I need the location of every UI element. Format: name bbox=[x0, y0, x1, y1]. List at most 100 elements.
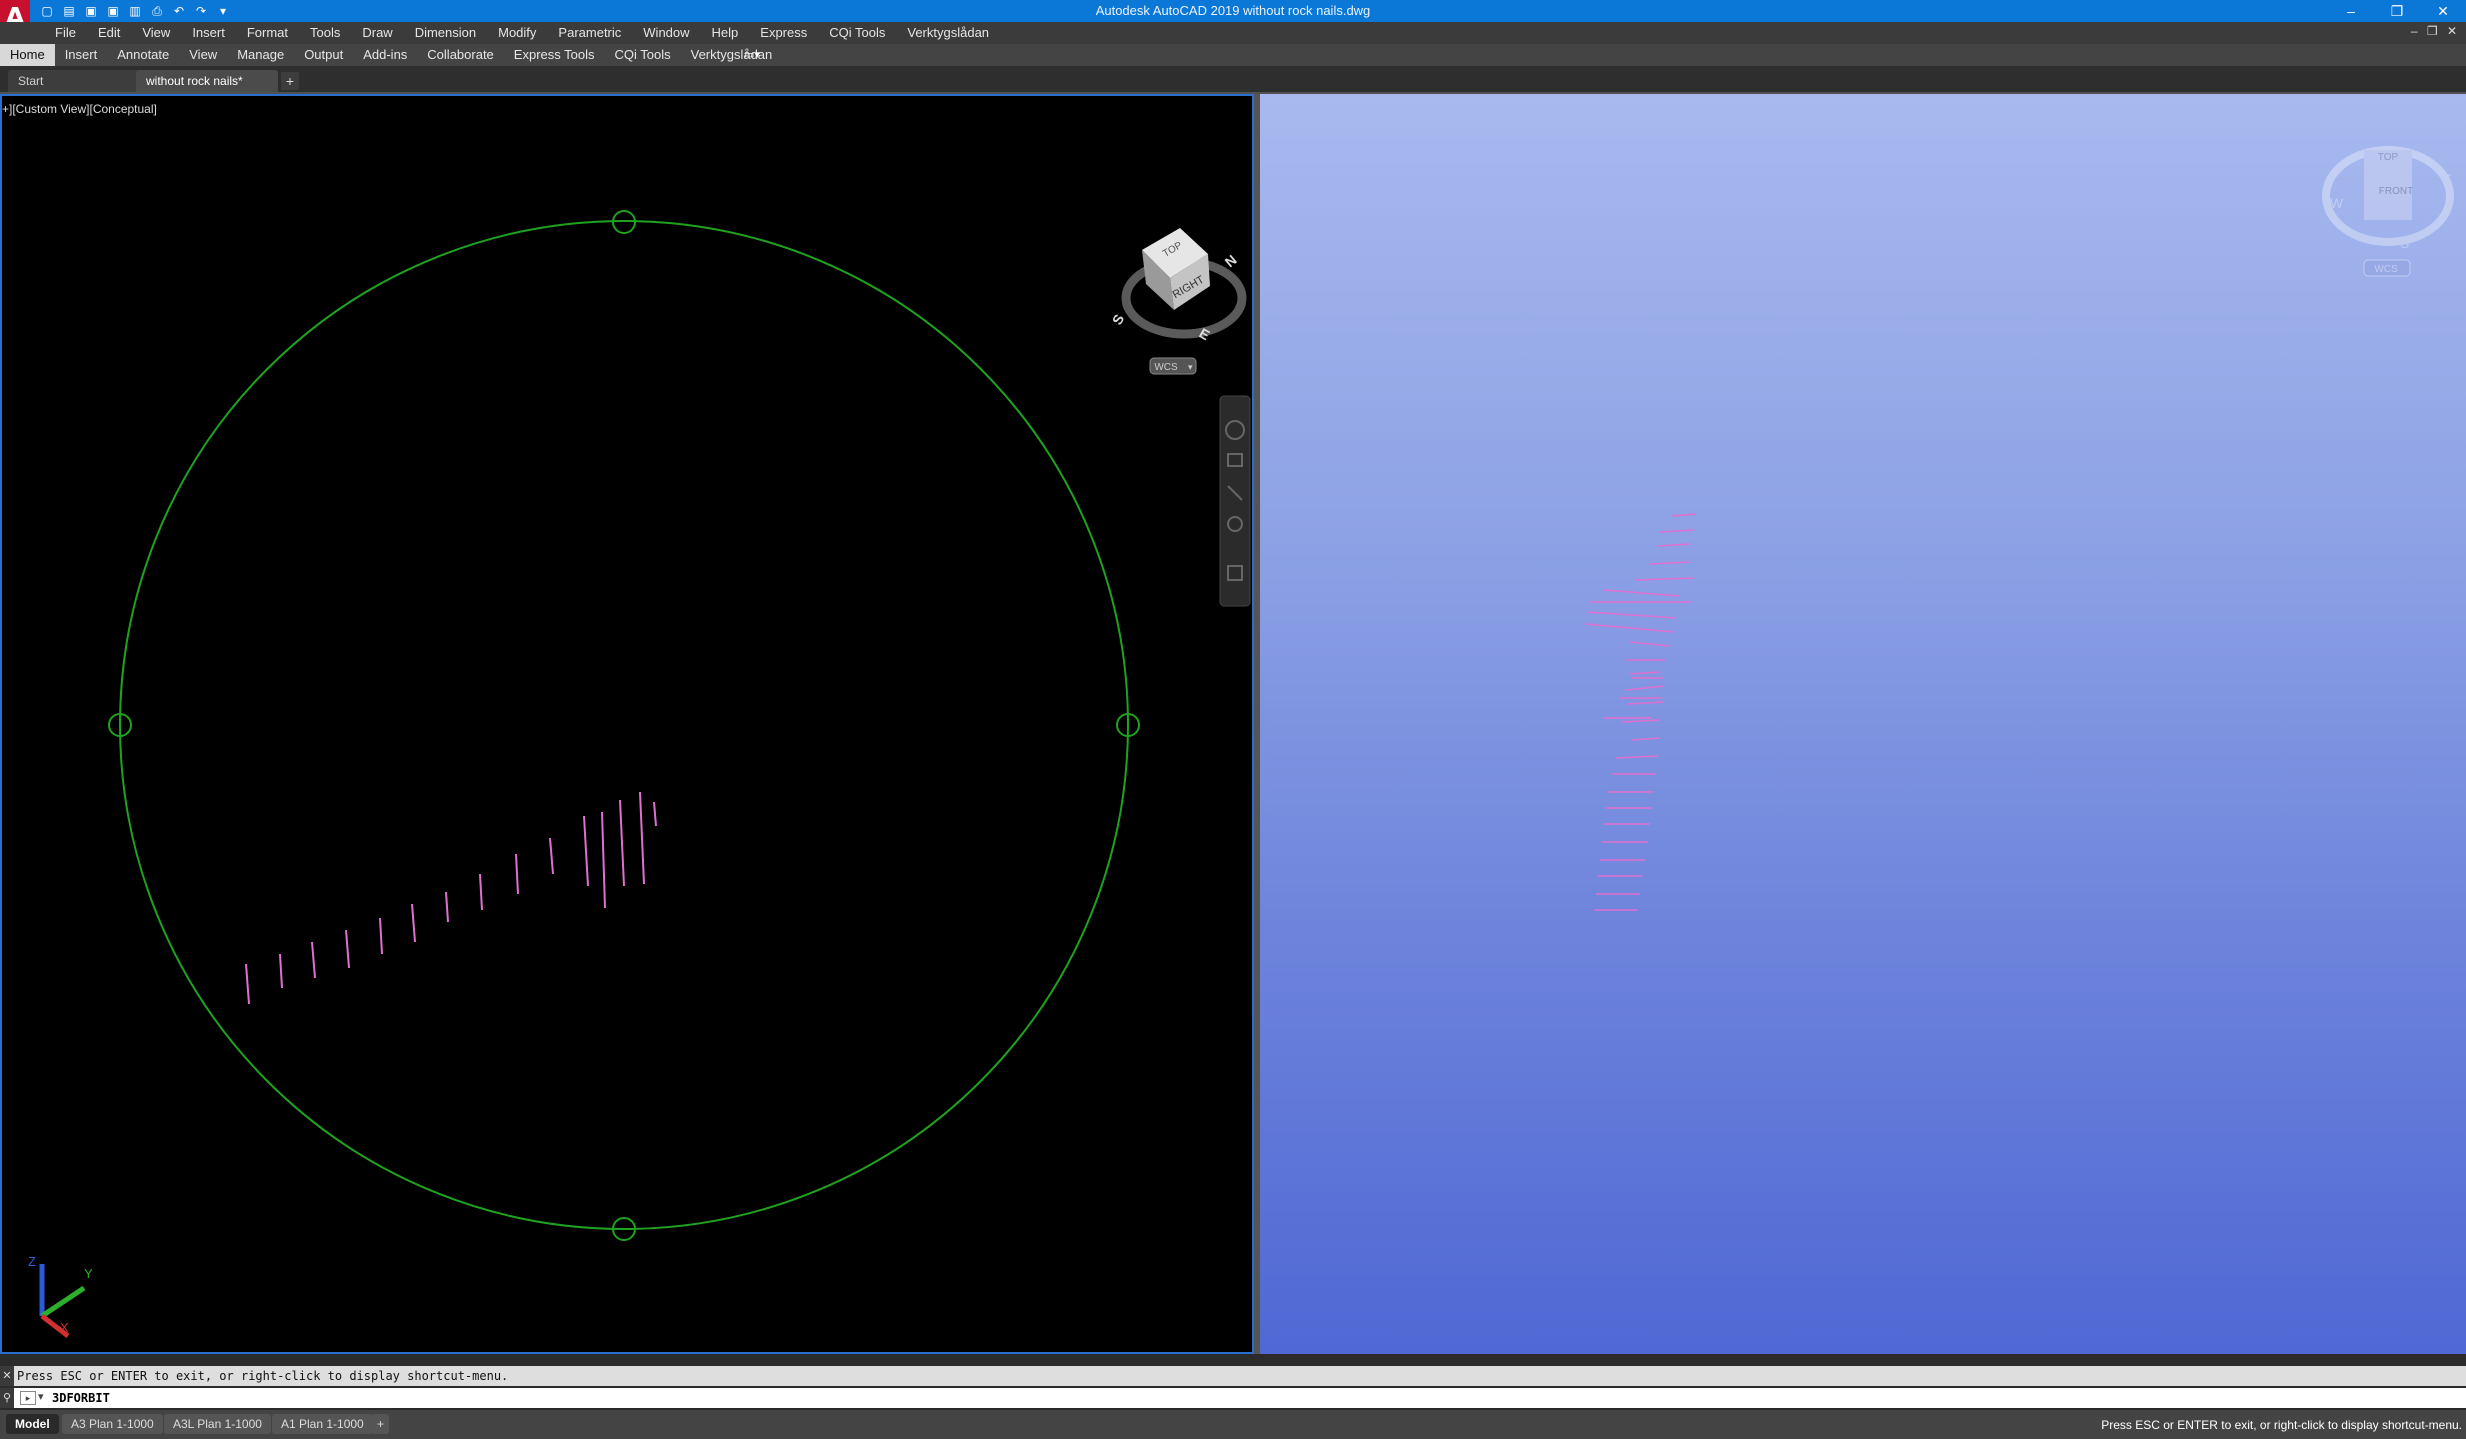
ribbon-tab-bar: Home Insert Annotate View Manage Output … bbox=[0, 44, 2466, 66]
viewcube-front-label: FRONT bbox=[2379, 186, 2413, 197]
y-axis-label: Y bbox=[84, 1266, 93, 1281]
close-button[interactable]: ✕ bbox=[2420, 0, 2466, 22]
menu-format[interactable]: Format bbox=[236, 22, 299, 44]
nail bbox=[1627, 701, 1665, 705]
nail bbox=[1868, 754, 1904, 758]
viewcube[interactable]: TOP RIGHT N S E WCS ▾ bbox=[1109, 228, 1247, 375]
file-tab-start[interactable]: Start bbox=[8, 70, 140, 92]
nail bbox=[1621, 719, 1661, 723]
command-input[interactable]: 3DFORBIT bbox=[52, 1391, 110, 1405]
ribbon-tab-cqi-tools[interactable]: CQi Tools bbox=[604, 44, 680, 66]
menu-edit[interactable]: Edit bbox=[87, 22, 131, 44]
nail bbox=[619, 799, 625, 887]
document-window-controls[interactable]: – ❐ ✕ bbox=[2411, 24, 2460, 38]
command-line[interactable]: ⚲ ▸ ▾ 3DFORBIT bbox=[0, 1388, 2466, 1408]
restore-button[interactable]: ❐ bbox=[2374, 0, 2420, 22]
menu-modify[interactable]: Modify bbox=[487, 22, 547, 44]
ribbon-tab-view[interactable]: View bbox=[179, 44, 227, 66]
nail bbox=[1587, 611, 1677, 619]
navigation-bar bbox=[1219, 395, 1251, 607]
menu-help[interactable]: Help bbox=[701, 22, 750, 44]
viewcube-faded[interactable]: TOP FRONT W E S WCS bbox=[2322, 146, 2454, 277]
nail bbox=[1631, 737, 1661, 741]
ucs-axes-icon: Z Y X bbox=[28, 1254, 93, 1338]
ribbon-tab-add-ins[interactable]: Add-ins bbox=[353, 44, 417, 66]
nail bbox=[639, 791, 645, 885]
close-command-line-icon[interactable]: ✕ bbox=[0, 1366, 14, 1386]
file-tab-label: Start bbox=[18, 74, 44, 88]
menu-express[interactable]: Express bbox=[749, 22, 818, 44]
layout-tab-a3l-plan[interactable]: A3L Plan 1-1000 bbox=[164, 1414, 271, 1434]
nail bbox=[311, 941, 316, 979]
ucs-label: WCS bbox=[1154, 362, 1178, 373]
new-tab-button[interactable]: + bbox=[281, 72, 299, 90]
menu-parametric[interactable]: Parametric bbox=[547, 22, 632, 44]
file-tab-bar: Start without rock nails* ✕ + bbox=[0, 66, 2466, 110]
menu-cqi-tools[interactable]: CQi Tools bbox=[818, 22, 896, 44]
compass-east-label: E bbox=[2442, 171, 2451, 187]
menu-draw[interactable]: Draw bbox=[351, 22, 403, 44]
layout-tab-a1-plan[interactable]: A1 Plan 1-1000 bbox=[272, 1414, 373, 1434]
nail bbox=[1659, 529, 1695, 533]
nail bbox=[515, 853, 519, 895]
nail bbox=[1657, 543, 1691, 547]
nail bbox=[479, 873, 483, 911]
ribbon-tab-output[interactable]: Output bbox=[294, 44, 353, 66]
ucs-label: WCS bbox=[2374, 264, 2398, 275]
add-layout-button[interactable]: + bbox=[372, 1414, 390, 1434]
nail bbox=[1635, 577, 1695, 581]
menu-view[interactable]: View bbox=[131, 22, 181, 44]
compass-south-label: S bbox=[1109, 311, 1128, 327]
ribbon-minimize-toggle-icon[interactable]: ▭▾ bbox=[744, 48, 768, 62]
layout-tab-model[interactable]: Model bbox=[6, 1414, 59, 1434]
nail bbox=[411, 903, 416, 943]
nail bbox=[379, 917, 383, 955]
title-bar: A ▢ ▤ ▣ ▣ ▥ ⎙ ↶ ↷ ▾ Autodesk AutoCAD 201… bbox=[0, 0, 2466, 36]
nail bbox=[549, 837, 554, 875]
command-prompt-icon[interactable]: ▸ bbox=[20, 1391, 36, 1405]
file-tab-drawing[interactable]: without rock nails* ✕ bbox=[136, 70, 278, 110]
layout-tab-a3-plan[interactable]: A3 Plan 1-1000 bbox=[62, 1414, 163, 1434]
drawing-canvas-right[interactable]: TOP FRONT W E S WCS bbox=[1260, 94, 2466, 1354]
menu-insert[interactable]: Insert bbox=[181, 22, 236, 44]
nail bbox=[1625, 685, 1665, 691]
nail bbox=[601, 811, 606, 909]
ribbon-tab-home[interactable]: Home bbox=[0, 44, 55, 66]
nail bbox=[445, 891, 449, 923]
menu-bar: File Edit View Insert Format Tools Draw … bbox=[0, 22, 2466, 45]
ribbon-tab-collaborate[interactable]: Collaborate bbox=[417, 44, 504, 66]
customize-command-line-icon[interactable]: ⚲ bbox=[0, 1388, 14, 1408]
file-tab-label: without rock nails* bbox=[146, 74, 243, 88]
nail bbox=[1671, 513, 1697, 517]
nail bbox=[245, 963, 250, 1005]
nail bbox=[1629, 671, 1661, 675]
status-bar-message: Press ESC or ENTER to exit, or right-cli… bbox=[2101, 1418, 2462, 1432]
menu-window[interactable]: Window bbox=[632, 22, 700, 44]
minimize-button[interactable]: – bbox=[2328, 0, 2374, 22]
viewport-left[interactable]: +][Custom View][Conceptual] TOP RIGHT N … bbox=[0, 94, 1254, 1354]
orbit-arcball-circle bbox=[119, 220, 1129, 1230]
recent-commands-dropdown-icon[interactable]: ▾ bbox=[38, 1390, 44, 1403]
command-history: ✕ Press ESC or ENTER to exit, or right-c… bbox=[0, 1366, 2466, 1386]
ribbon-tab-express-tools[interactable]: Express Tools bbox=[504, 44, 605, 66]
layout-tab-bar: Model A3 Plan 1-1000 A3L Plan 1-1000 A1 … bbox=[0, 1410, 2466, 1439]
menu-dimension[interactable]: Dimension bbox=[404, 22, 487, 44]
menu-verktygsladan[interactable]: Verktygslådan bbox=[896, 22, 1000, 44]
compass-south-label: S bbox=[2400, 235, 2409, 251]
nail bbox=[1603, 589, 1681, 597]
window-title: Autodesk AutoCAD 2019 without rock nails… bbox=[1095, 3, 1371, 18]
drawing-canvas-left[interactable]: TOP RIGHT N S E WCS ▾ Z Y X bbox=[2, 96, 1252, 1352]
z-axis-label: Z bbox=[28, 1254, 36, 1269]
navigation-bar-background bbox=[1219, 395, 1251, 607]
nail bbox=[1629, 641, 1671, 647]
menu-tools[interactable]: Tools bbox=[299, 22, 351, 44]
x-axis-label: X bbox=[60, 1320, 69, 1335]
viewport-right[interactable]: TOP FRONT W E S WCS bbox=[1260, 94, 2466, 1354]
nail bbox=[653, 801, 657, 827]
ribbon-tab-manage[interactable]: Manage bbox=[227, 44, 294, 66]
nail bbox=[1615, 755, 1659, 759]
menu-file[interactable]: File bbox=[44, 22, 87, 44]
ribbon-tab-insert[interactable]: Insert bbox=[55, 44, 108, 66]
ribbon-tab-annotate[interactable]: Annotate bbox=[107, 44, 179, 66]
command-history-text: Press ESC or ENTER to exit, or right-cli… bbox=[17, 1369, 509, 1383]
